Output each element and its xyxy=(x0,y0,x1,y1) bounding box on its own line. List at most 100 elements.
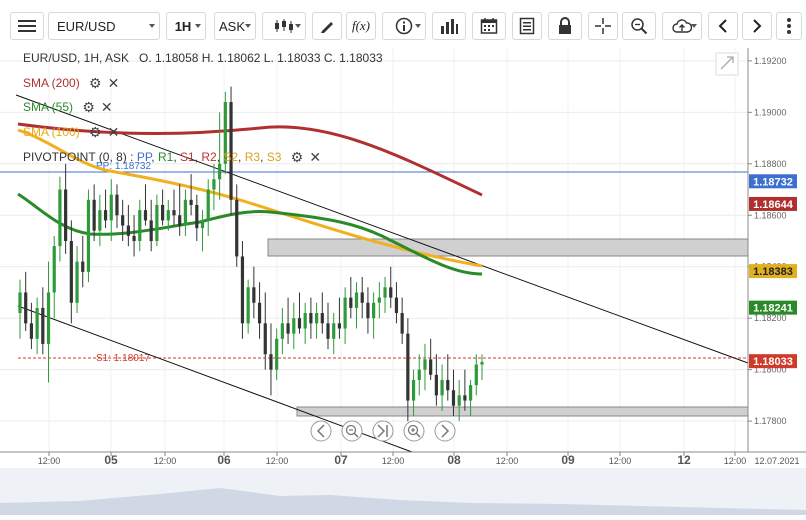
close-icon[interactable]: ✕ xyxy=(309,149,321,166)
price-tick-label: 1.19200 xyxy=(754,56,787,66)
price-tick-label: 1.18600 xyxy=(754,210,787,220)
calendar-button[interactable] xyxy=(472,12,506,40)
price-badge-label: 1.18644 xyxy=(753,199,794,211)
scroll-right-button[interactable] xyxy=(434,420,456,442)
gear-icon[interactable]: ⚙ xyxy=(82,99,95,116)
zoom-out-button[interactable] xyxy=(341,420,363,442)
candle-body xyxy=(58,189,62,247)
candle-body xyxy=(440,379,444,396)
close-icon[interactable]: ✕ xyxy=(101,99,113,116)
candle-body xyxy=(246,287,250,324)
scroll-forward-button[interactable] xyxy=(742,12,772,40)
candle-body xyxy=(206,189,210,221)
close-icon[interactable]: ✕ xyxy=(108,124,120,141)
time-tick-label: 12:00 xyxy=(154,456,177,466)
candle-body xyxy=(75,261,79,303)
candle-body xyxy=(126,225,130,236)
pivot-s3: S3 xyxy=(266,150,282,164)
candle-body xyxy=(200,220,205,229)
pivot-pp: PP xyxy=(136,150,152,164)
candle-body xyxy=(480,361,484,365)
candle-body xyxy=(252,287,256,303)
bar-chart-icon xyxy=(441,19,458,34)
candle-body xyxy=(160,204,165,221)
candle-body xyxy=(451,390,456,406)
volume-button[interactable] xyxy=(432,12,466,40)
candle-body xyxy=(314,313,319,324)
support-zone xyxy=(296,406,749,417)
legend-sma100: SMA (100) ⚙ ✕ xyxy=(23,124,119,141)
pivot-label: PIVOTPOINT (0, 8) xyxy=(23,150,127,164)
price-side-selector[interactable]: ASK xyxy=(214,12,256,40)
chart-area[interactable]: PP: 1.18732 S1: 1.18017 1.19200 1.19000 1.… xyxy=(0,48,806,515)
zoom-in-button[interactable] xyxy=(403,420,425,442)
pivot-r2: R2 xyxy=(201,150,217,164)
candle-body xyxy=(212,179,216,190)
candle-body xyxy=(360,292,364,303)
scroll-back-button[interactable] xyxy=(708,12,738,40)
cloud-upload-icon xyxy=(672,19,692,33)
gear-icon[interactable]: ⚙ xyxy=(89,124,102,141)
candle-body xyxy=(143,210,148,221)
chart-type-button[interactable] xyxy=(262,12,306,40)
close-icon[interactable]: ✕ xyxy=(108,75,120,92)
zoom-button[interactable] xyxy=(622,12,656,40)
lock-button[interactable] xyxy=(548,12,582,40)
timeframe-selector[interactable]: 1H xyxy=(166,12,206,40)
candle-body xyxy=(240,256,245,324)
price-chart[interactable]: PP: 1.18732 S1: 1.18017 1.192001.190001.… xyxy=(0,48,806,515)
export-button[interactable] xyxy=(662,12,702,40)
lock-icon xyxy=(559,17,571,34)
candle-body xyxy=(92,199,96,231)
candle-body xyxy=(195,204,199,229)
candle-body xyxy=(434,374,438,396)
time-tick-label: 12:00 xyxy=(38,456,61,466)
gear-icon[interactable]: ⚙ xyxy=(89,75,102,92)
notes-button[interactable] xyxy=(512,12,542,40)
menu-button[interactable] xyxy=(10,12,44,40)
candle-body xyxy=(332,323,336,339)
draw-tool-button[interactable] xyxy=(312,12,342,40)
candle-body xyxy=(394,297,399,314)
candle-body xyxy=(423,359,427,370)
candle-body xyxy=(64,189,68,241)
gear-icon[interactable]: ⚙ xyxy=(291,149,304,166)
candle-body xyxy=(463,395,467,401)
scroll-left-button[interactable] xyxy=(310,420,332,442)
pivot-r3: R3 xyxy=(244,150,261,164)
candle-body xyxy=(69,240,73,303)
legend-sma200: SMA (200) ⚙ ✕ xyxy=(23,75,119,92)
info-button[interactable] xyxy=(382,12,426,40)
candle-body xyxy=(218,163,222,180)
symbol-label: EUR/USD xyxy=(57,18,116,34)
candle-body xyxy=(320,313,324,324)
candle-body xyxy=(183,199,188,226)
candle-body xyxy=(372,302,376,319)
time-tick-label: 12:00 xyxy=(382,456,405,466)
timeframe-label: 1H xyxy=(174,18,192,34)
candle-body xyxy=(257,302,262,324)
indicators-button[interactable]: f(x) xyxy=(346,12,376,40)
candle-body xyxy=(280,323,284,339)
more-options-button[interactable] xyxy=(776,12,802,40)
symbol-selector[interactable]: EUR/USD xyxy=(48,12,160,40)
expand-icon[interactable] xyxy=(715,52,739,76)
candle-body xyxy=(343,297,347,329)
hamburger-icon xyxy=(18,20,36,32)
candle-body xyxy=(178,215,182,226)
candle-body xyxy=(35,307,39,339)
ohlc-text: EUR/USD, 1H, ASK O. 1.18058 H. 1.18062 L… xyxy=(23,51,383,65)
candle-body xyxy=(109,194,113,221)
candle-body xyxy=(457,395,461,406)
candle-body xyxy=(121,215,125,226)
crosshair-button[interactable] xyxy=(588,12,618,40)
candle-body xyxy=(18,292,22,314)
candle-body xyxy=(366,302,370,319)
candle-body xyxy=(349,297,353,308)
price-side-label: ASK xyxy=(218,18,245,34)
candle-body xyxy=(383,287,387,298)
scroll-to-end-button[interactable] xyxy=(372,420,394,442)
candle-body xyxy=(269,354,273,370)
candle-body xyxy=(149,220,153,241)
candle-body xyxy=(292,318,296,334)
